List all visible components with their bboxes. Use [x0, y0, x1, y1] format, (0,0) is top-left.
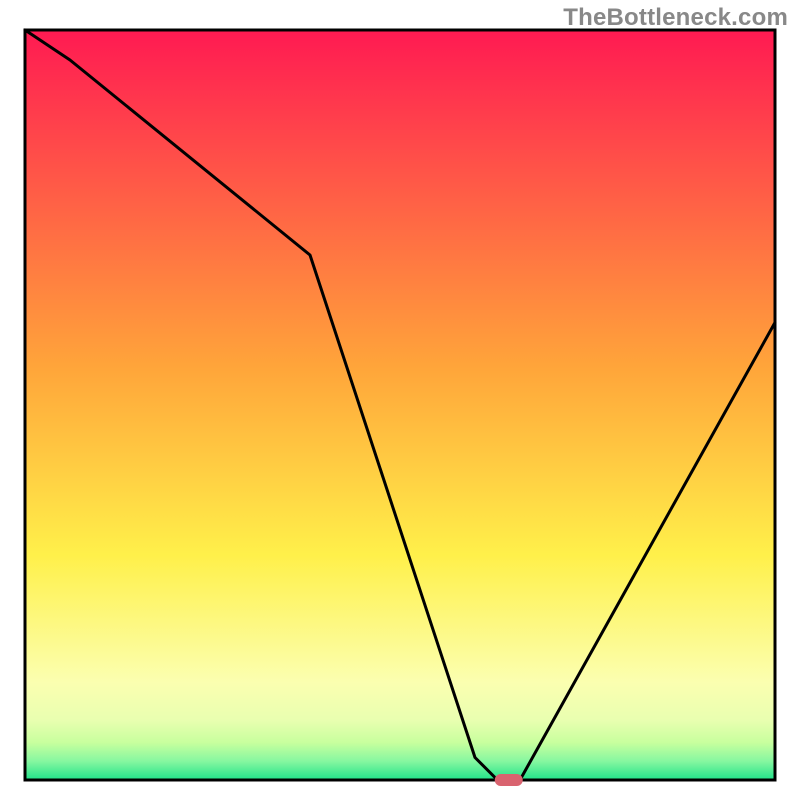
- chart-stage: TheBottleneck.com: [0, 0, 800, 800]
- min-marker-pill: [495, 774, 523, 786]
- chart-svg: [0, 0, 800, 800]
- plot-background: [25, 30, 775, 780]
